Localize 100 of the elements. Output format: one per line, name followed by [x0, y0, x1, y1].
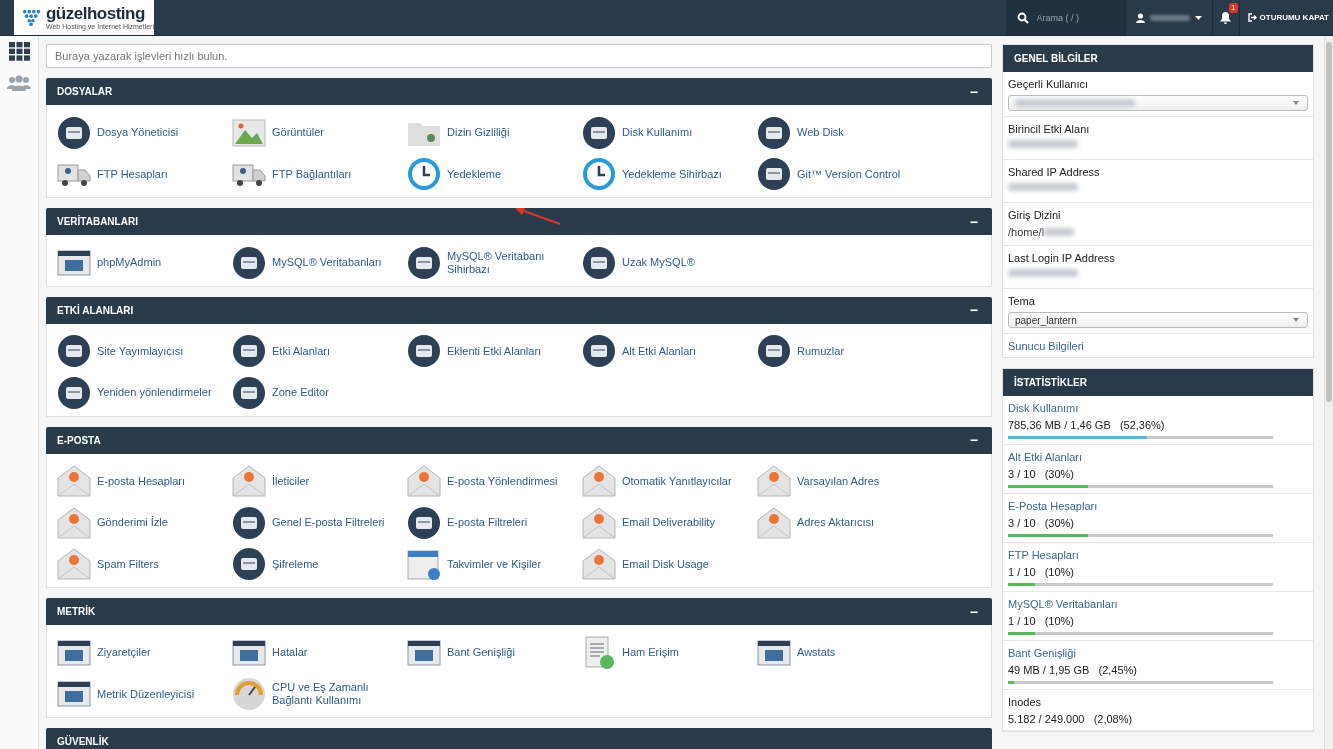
info-value: /home/l	[1008, 226, 1045, 238]
feature-link[interactable]: Ziyaretçiler	[57, 632, 232, 674]
feature-link[interactable]: Disk Kullanımı	[582, 112, 757, 154]
collapse-toggle[interactable]: −	[969, 213, 978, 230]
stat-label: Inodes	[1008, 696, 1043, 708]
select-dropdown[interactable]	[1008, 95, 1308, 111]
feature-label: Ziyaretçiler	[97, 646, 151, 660]
feature-link[interactable]: Zone Editor	[232, 372, 407, 414]
feature-link[interactable]: Gönderimi İzle	[57, 502, 232, 544]
feature-link[interactable]: Yedekleme Sihirbazı	[582, 153, 757, 195]
section-header[interactable]: VERİTABANLARI −	[46, 208, 992, 235]
feature-link[interactable]: Otomatik Yanıtlayıcılar	[582, 460, 757, 502]
disk-icon	[57, 334, 91, 369]
envelope-icon	[757, 464, 791, 499]
logout-label: OTURUMU KAPAT	[1259, 13, 1329, 22]
users-icon[interactable]	[7, 75, 31, 91]
feature-link[interactable]: Genel E-posta Filtreleri	[232, 502, 407, 544]
collapse-toggle[interactable]: −	[969, 83, 978, 100]
section-header[interactable]: E-POSTA −	[46, 426, 992, 454]
feature-label: phpMyAdmin	[97, 256, 162, 270]
section-title: ETKİ ALANLARI	[57, 304, 134, 316]
feature-link[interactable]: E-posta Hesapları	[57, 460, 232, 502]
feature-link[interactable]: Git™ Version Control	[757, 153, 932, 195]
section-header[interactable]: DOSYALAR −	[46, 78, 992, 105]
panel-header: GENEL BİLGİLER	[1003, 45, 1313, 72]
disk-icon	[407, 245, 441, 280]
feature-link[interactable]: MySQL® Veritabanı Sihirbazı	[407, 242, 582, 284]
feature-link[interactable]: Dosya Yöneticisi	[57, 112, 232, 154]
server-info-link[interactable]: Sunucu Bilgileri	[1008, 340, 1308, 352]
feature-link[interactable]: Görüntüler	[232, 112, 407, 154]
collapse-toggle[interactable]: −	[969, 302, 978, 318]
feature-link[interactable]: Awstats	[757, 632, 932, 674]
feature-label: Takvimler ve Kişiler	[447, 557, 542, 571]
feature-label: Eklenti Etki Alanları	[447, 344, 542, 358]
feature-label: FTP Hesapları	[97, 167, 168, 181]
feature-link[interactable]: FTP Hesapları	[57, 153, 232, 195]
feature-link[interactable]: Adres Aktarıcısı	[757, 502, 932, 544]
disk-icon	[582, 115, 616, 150]
disk-icon	[232, 375, 266, 410]
logout-icon	[1247, 13, 1257, 22]
notifications-button[interactable]: 1	[1212, 0, 1240, 35]
feature-label: Otomatik Yanıtlayıcılar	[622, 474, 732, 488]
disk-icon	[232, 505, 266, 540]
feature-link[interactable]: Uzak MySQL®	[582, 242, 757, 284]
feature-link[interactable]: Metrik Düzenleyicisi	[57, 673, 232, 715]
feature-link[interactable]: MySQL® Veritabanları	[232, 242, 407, 284]
feature-label: Genel E-posta Filtreleri	[272, 516, 385, 530]
stat-link[interactable]: MySQL® Veritabanları	[1008, 598, 1308, 610]
select-dropdown[interactable]: paper_lantern	[1008, 312, 1308, 328]
stat-link[interactable]: FTP Hesapları	[1008, 549, 1308, 561]
feature-link[interactable]: phpMyAdmin	[57, 242, 232, 284]
feature-link[interactable]: İleticiler	[232, 460, 407, 502]
feature-link[interactable]: E-posta Yönlendirmesi	[407, 460, 582, 502]
quick-search-field[interactable]: Buraya yazarak işlevleri hızlı bulun.	[46, 44, 992, 68]
feature-link[interactable]: Web Disk	[757, 112, 932, 154]
user-menu[interactable]	[1124, 0, 1213, 35]
feature-link[interactable]: FTP Bağlantıları	[232, 153, 407, 195]
feature-label: Dizin Gizliliği	[447, 126, 510, 140]
caret-icon	[1293, 101, 1299, 105]
feature-link[interactable]: Takvimler ve Kişiler	[407, 543, 582, 585]
annotation-arrow	[515, 207, 561, 225]
feature-link[interactable]: Ham Erişim	[582, 632, 757, 674]
feature-link[interactable]: Spam Filters	[57, 543, 232, 585]
stat-link[interactable]: Disk Kullanımı	[1008, 402, 1308, 414]
section-header[interactable]: ETKİ ALANLARI −	[46, 296, 992, 324]
section-header[interactable]: METRİK −	[46, 598, 992, 625]
stat-link[interactable]: Bant Genişliği	[1008, 647, 1308, 659]
feature-link[interactable]: Şifreleme	[232, 543, 407, 585]
feature-label: Hatalar	[272, 646, 308, 660]
feature-link[interactable]: Email Deliverability	[582, 502, 757, 544]
envelope-icon	[57, 547, 91, 582]
feature-link[interactable]: Hatalar	[232, 632, 407, 674]
section-header[interactable]: GÜVENLİK	[46, 728, 992, 749]
feature-link[interactable]: Varsayılan Adres	[757, 460, 932, 502]
feature-link[interactable]: Alt Etki Alanları	[582, 330, 757, 372]
collapse-toggle[interactable]: −	[969, 603, 978, 620]
feature-link[interactable]: Yeniden yönlendirmeler	[57, 372, 232, 414]
feature-link[interactable]: Eklenti Etki Alanları	[407, 330, 582, 372]
stat-link[interactable]: E-Posta Hesapları	[1008, 500, 1308, 512]
stat-reading: 3 / 10 (30%)	[1008, 517, 1076, 529]
scrollbar[interactable]	[1324, 36, 1333, 749]
feature-link[interactable]: CPU ve Eş Zamanlı Bağlantı Kullanımı	[232, 673, 407, 715]
search-field[interactable]: Arama ( / )	[1034, 11, 1114, 24]
feature-link[interactable]: E-posta Filtreleri	[407, 502, 582, 544]
envelope-icon	[582, 464, 616, 499]
stat-link[interactable]: Alt Etki Alanları	[1008, 451, 1308, 463]
envelope-icon	[57, 464, 91, 499]
feature-label: Görüntüler	[272, 126, 324, 140]
feature-link[interactable]: Dizin Gizliliği	[407, 112, 582, 154]
feature-link[interactable]: Site Yayımlayıcısı	[57, 330, 232, 372]
feature-link[interactable]: Etki Alanları	[232, 330, 407, 372]
feature-label: İleticiler	[272, 474, 310, 488]
feature-link[interactable]: Yedekleme	[407, 153, 582, 195]
feature-link[interactable]: Email Disk Usage	[582, 543, 757, 585]
feature-label: MySQL® Veritabanı Sihirbazı	[447, 249, 546, 276]
feature-link[interactable]: Bant Genişliği	[407, 632, 582, 674]
collapse-toggle[interactable]: −	[969, 432, 978, 448]
grid-icon[interactable]	[8, 42, 30, 61]
logout-button[interactable]: OTURUMU KAPAT	[1239, 0, 1333, 35]
feature-link[interactable]: Rumuzlar	[757, 330, 932, 372]
